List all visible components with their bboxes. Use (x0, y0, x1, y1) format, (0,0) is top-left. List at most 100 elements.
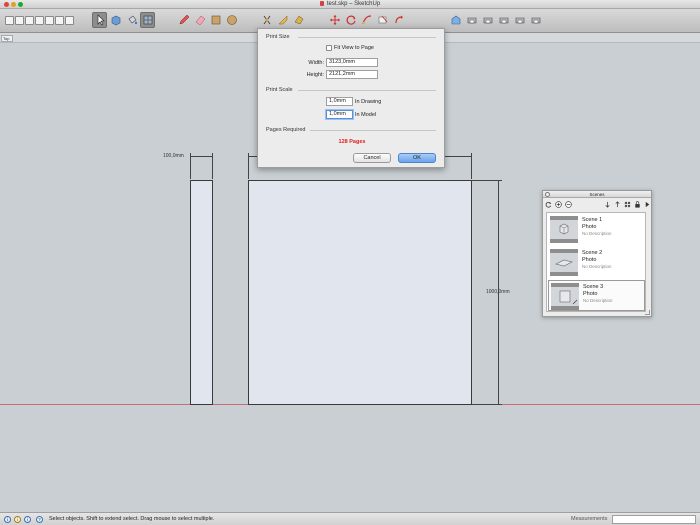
update-scene-button[interactable] (545, 201, 552, 208)
refresh-icon (545, 201, 552, 208)
width-field[interactable]: 3123,0mm (326, 58, 378, 67)
follow-me-button[interactable] (275, 12, 290, 28)
right-house-icon (499, 17, 508, 24)
lock-icon[interactable] (634, 201, 641, 208)
arrow-down-icon (605, 201, 610, 208)
view-options-button[interactable] (624, 201, 631, 208)
user-icon[interactable]: i (24, 516, 31, 523)
scene-list-item[interactable]: Scene 2 Photo No Description (548, 247, 645, 278)
iso-house-icon (451, 15, 460, 25)
scenes-panel: Scenes Scene 1 Photo No Description Scen… (542, 190, 652, 317)
move-tool-button[interactable] (327, 12, 342, 28)
geo-location-icon[interactable]: i (4, 516, 11, 523)
status-message: Select objects. Shift to extend select. … (49, 516, 215, 522)
paint-bucket-button[interactable] (124, 12, 139, 28)
fit-view-label: Fit View to Page (334, 45, 374, 51)
view-right-icon[interactable] (35, 16, 44, 25)
drawing-scale-field[interactable]: 1,0mm (326, 97, 353, 106)
offset-icon (294, 15, 303, 25)
scene-style: Photo (582, 224, 597, 230)
scenes-toolbar (545, 200, 651, 209)
resize-grip-icon[interactable] (645, 310, 650, 315)
component-icon (111, 15, 120, 26)
scenes-title-bar[interactable]: Scenes (543, 191, 651, 198)
tab-top[interactable]: Top (1, 35, 13, 42)
measurements-label: Measurements (571, 516, 608, 522)
window-title: test.skp – SketchUp (326, 1, 381, 7)
rectangle-icon (211, 15, 220, 25)
view-left-icon[interactable] (55, 16, 64, 25)
close-icon[interactable] (545, 192, 550, 197)
pencil-tool-button[interactable] (176, 12, 191, 28)
scene-list-item[interactable]: Scene 1 Photo No Description (548, 214, 645, 245)
dimension-label-height[interactable]: 1000,0mm (486, 289, 510, 295)
scene-description: No Description (582, 231, 612, 236)
component-tool-button[interactable] (108, 12, 123, 28)
front-view-button[interactable] (480, 12, 495, 28)
scene-thumbnail (550, 216, 578, 243)
view-iso-icon[interactable] (5, 16, 14, 25)
narrow-panel-shape[interactable] (190, 180, 213, 405)
scene-name: Scene 1 (582, 217, 603, 223)
scene-description: No Description (582, 264, 612, 269)
large-panel-shape[interactable] (248, 180, 472, 405)
grid-view-icon (624, 201, 631, 208)
eraser-tool-button[interactable] (192, 12, 207, 28)
circle-icon (226, 15, 237, 25)
cancel-button[interactable]: Cancel (353, 153, 391, 163)
section-divider (310, 130, 436, 131)
right-view-button[interactable] (496, 12, 511, 28)
iso-view-button[interactable] (448, 12, 463, 28)
model-scale-field[interactable]: 1,0mm (326, 110, 353, 119)
ok-button[interactable]: OK (398, 153, 436, 163)
credits-icon[interactable]: i (14, 516, 21, 523)
camera-toolbar-group (327, 12, 406, 28)
left-house-icon (531, 17, 540, 24)
section-tool-button[interactable] (140, 12, 155, 28)
scene-list-item-selected[interactable]: Scene 3 Photo No Description (548, 280, 645, 311)
plus-circle-icon (555, 201, 562, 208)
rotate-tool-button[interactable] (343, 12, 358, 28)
remove-scene-button[interactable] (565, 201, 572, 208)
back-view-button[interactable] (512, 12, 527, 28)
scene-thumbnail (551, 283, 579, 310)
tape-measure-button[interactable] (375, 12, 390, 28)
modify-toolbar-group (259, 12, 306, 28)
details-toggle-button[interactable] (644, 201, 651, 208)
scene-style: Photo (582, 257, 597, 263)
window-title-wrap: test.skp – SketchUp (0, 1, 700, 7)
view-front-icon[interactable] (25, 16, 34, 25)
lock-icon (635, 201, 640, 208)
top-view-button[interactable] (464, 12, 479, 28)
help-icon[interactable]: ? (36, 516, 43, 523)
minus-circle-icon (565, 201, 572, 208)
offset-tool-button[interactable] (291, 12, 306, 28)
dimension-label-width[interactable]: 100,0mm (163, 153, 184, 159)
push-pull-button[interactable] (259, 12, 274, 28)
walk-tool-button[interactable] (391, 12, 406, 28)
details-icon (645, 201, 650, 208)
measurements-input[interactable] (612, 515, 696, 524)
follow-me-icon (277, 15, 287, 25)
top-house-icon (467, 17, 476, 24)
height-field[interactable]: 2121,2mm (326, 70, 378, 79)
add-scene-button[interactable] (555, 201, 562, 208)
circle-tool-button[interactable] (224, 12, 239, 28)
fit-view-checkbox[interactable] (326, 45, 332, 51)
scene-list: Scene 1 Photo No Description Scene 2 Pho… (546, 212, 646, 312)
rectangle-tool-button[interactable] (208, 12, 223, 28)
push-pull-icon (263, 15, 270, 25)
move-scene-up-button[interactable] (614, 201, 621, 208)
front-panel-icon (559, 290, 578, 305)
print-scale-title: Print Scale (266, 87, 293, 93)
view-back-icon[interactable] (45, 16, 54, 25)
in-drawing-label: In Drawing (355, 99, 382, 105)
view-top-icon[interactable] (15, 16, 24, 25)
scene-name: Scene 2 (582, 250, 603, 256)
home-icon[interactable] (65, 16, 74, 25)
left-view-button[interactable] (528, 12, 543, 28)
scale-tool-button[interactable] (359, 12, 374, 28)
move-scene-down-button[interactable] (604, 201, 611, 208)
scene-thumbnail (550, 249, 578, 276)
select-tool-button[interactable] (92, 12, 107, 28)
